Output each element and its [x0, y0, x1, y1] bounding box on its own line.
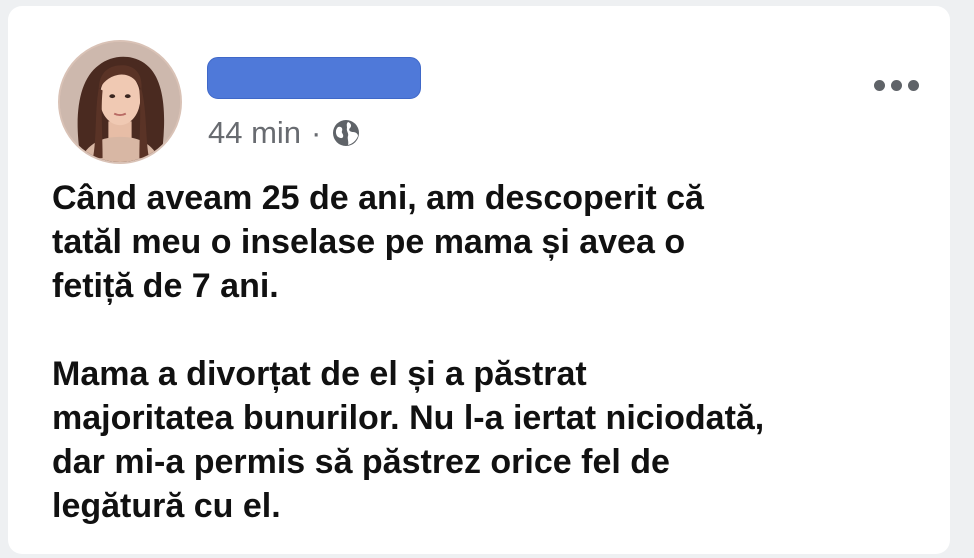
post-body: Când aveam 25 de ani, am descoperit că t…	[52, 176, 912, 528]
post-time[interactable]: 44 min	[208, 116, 301, 150]
avatar-photo	[60, 42, 180, 162]
dot	[874, 80, 885, 91]
post-paragraph: Mama a divorțat de el și a păstrat major…	[52, 355, 765, 525]
dot	[891, 80, 902, 91]
meta-separator: ·	[311, 115, 322, 150]
post-paragraph: Când aveam 25 de ani, am descoperit că t…	[52, 179, 704, 305]
redacted-author-name[interactable]	[207, 57, 421, 99]
avatar[interactable]	[58, 40, 182, 164]
post-card: 44 min · Când aveam 25 de ani, am descop…	[8, 6, 950, 554]
dot	[908, 80, 919, 91]
globe-icon[interactable]	[331, 118, 361, 148]
post-meta: 44 min ·	[208, 116, 361, 150]
more-options-icon[interactable]	[874, 80, 919, 91]
